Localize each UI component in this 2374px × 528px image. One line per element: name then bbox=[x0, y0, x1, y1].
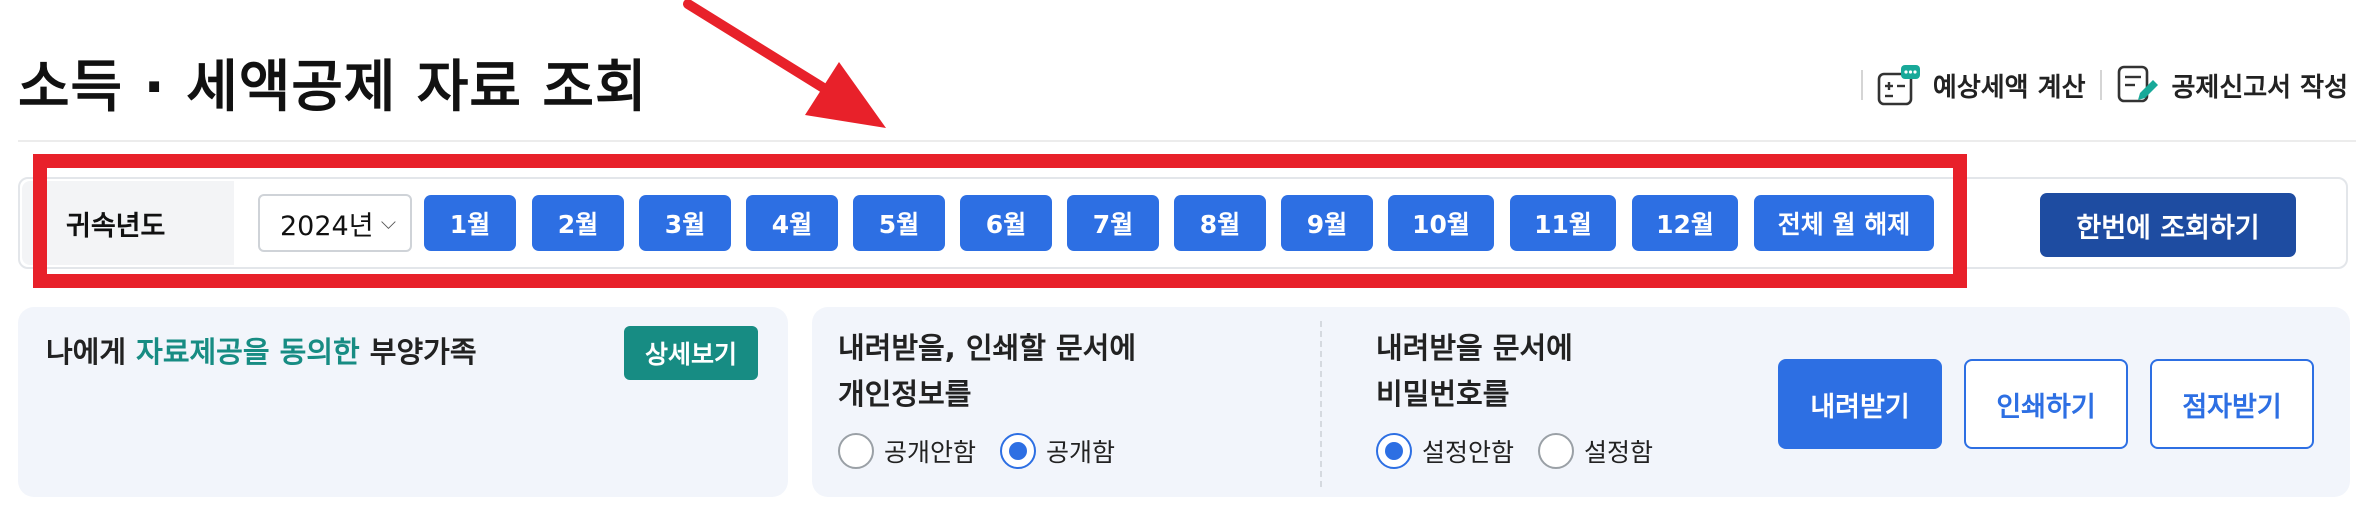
month-button-8[interactable]: 8월 bbox=[1174, 195, 1266, 251]
print-button[interactable]: 인쇄하기 bbox=[1964, 359, 2128, 449]
header-divider-line bbox=[18, 140, 2356, 142]
password-radio-set-label: 설정함 bbox=[1584, 438, 1654, 467]
privacy-radio-row: 공개안함 공개함 bbox=[838, 433, 1139, 469]
radio-unchecked-icon bbox=[1538, 433, 1575, 469]
deduction-report-label: 공제신고서 작성 bbox=[2171, 72, 2349, 103]
query-all-button[interactable]: 한번에 조회하기 bbox=[2040, 193, 2296, 257]
privacy-radio-show[interactable]: 공개함 bbox=[1000, 433, 1115, 469]
year-label: 귀속년도 bbox=[22, 181, 234, 265]
privacy-option-title-line2: 개인정보를 bbox=[838, 377, 972, 411]
clear-all-months-button[interactable]: 전체 월 해제 bbox=[1754, 195, 1934, 251]
year-filter-bar: 귀속년도 2024년 ⌵ 1월 2월 3월 4월 5월 6월 7월 8월 9월 … bbox=[18, 177, 2348, 269]
header-links: 예상세액 계산 공제신고서 작성 bbox=[1847, 60, 2348, 110]
month-button-1[interactable]: 1월 bbox=[424, 195, 516, 251]
month-button-3[interactable]: 3월 bbox=[639, 195, 731, 251]
dependents-title: 나에게 자료제공을 동의한 부양가족 bbox=[46, 329, 477, 371]
password-radio-none[interactable]: 설정안함 bbox=[1376, 433, 1514, 469]
privacy-radio-hide-label: 공개안함 bbox=[884, 438, 977, 467]
month-button-5[interactable]: 5월 bbox=[853, 195, 945, 251]
password-option-group: 내려받을 문서에 비밀번호를 설정안함 설정함 bbox=[1376, 325, 1677, 469]
document-edit-icon bbox=[2116, 64, 2160, 106]
radio-unchecked-icon bbox=[838, 433, 874, 469]
deduction-report-link[interactable]: 공제신고서 작성 bbox=[2116, 64, 2349, 106]
month-button-4[interactable]: 4월 bbox=[746, 195, 838, 251]
page-title: 소득 · 세액공제 자료 조회 bbox=[18, 55, 648, 120]
password-radio-none-label: 설정안함 bbox=[1422, 438, 1515, 467]
estimated-tax-link[interactable]: 예상세액 계산 bbox=[1877, 64, 2086, 106]
year-value: 2024년 bbox=[280, 210, 374, 242]
dependents-title-suffix: 부양가족 bbox=[359, 335, 477, 369]
calculator-chat-icon bbox=[1877, 64, 1921, 106]
month-button-10[interactable]: 10월 bbox=[1388, 195, 1494, 251]
header-divider bbox=[1860, 70, 1863, 100]
password-radio-row: 설정안함 설정함 bbox=[1376, 433, 1677, 469]
detail-view-button[interactable]: 상세보기 bbox=[624, 326, 758, 380]
dependents-title-highlight: 자료제공을 동의한 bbox=[136, 335, 360, 369]
header-divider bbox=[2099, 70, 2102, 100]
radio-checked-icon bbox=[1376, 433, 1412, 469]
estimated-tax-label: 예상세액 계산 bbox=[1932, 72, 2086, 103]
month-button-7[interactable]: 7월 bbox=[1067, 195, 1159, 251]
month-button-12[interactable]: 12월 bbox=[1632, 195, 1738, 251]
dependents-title-prefix: 나에게 bbox=[46, 335, 137, 369]
dependents-panel: 나에게 자료제공을 동의한 부양가족 상세보기 bbox=[18, 307, 788, 497]
privacy-option-title-line1: 내려받을, 인쇄할 문서에 bbox=[838, 331, 1137, 365]
radio-checked-icon bbox=[1000, 433, 1037, 469]
month-button-9[interactable]: 9월 bbox=[1281, 195, 1373, 251]
chevron-down-icon: ⌵ bbox=[380, 210, 396, 234]
privacy-radio-show-label: 공개함 bbox=[1046, 438, 1116, 467]
year-select[interactable]: 2024년 ⌵ bbox=[258, 194, 412, 252]
month-button-11[interactable]: 11월 bbox=[1510, 195, 1616, 251]
panel-divider bbox=[1320, 321, 1322, 487]
month-button-2[interactable]: 2월 bbox=[532, 195, 624, 251]
output-options-panel: 내려받을, 인쇄할 문서에 개인정보를 공개안함 공개함 내려받을 문서에 비밀… bbox=[812, 307, 2350, 497]
privacy-radio-hide[interactable]: 공개안함 bbox=[838, 433, 976, 469]
password-option-title-line1: 내려받을 문서에 bbox=[1376, 331, 1573, 365]
download-button[interactable]: 내려받기 bbox=[1778, 359, 1942, 449]
privacy-option-group: 내려받을, 인쇄할 문서에 개인정보를 공개안함 공개함 bbox=[838, 325, 1139, 469]
password-option-title-line2: 비밀번호를 bbox=[1376, 377, 1510, 411]
braille-button[interactable]: 점자받기 bbox=[2150, 359, 2314, 449]
month-button-6[interactable]: 6월 bbox=[960, 195, 1052, 251]
password-radio-set[interactable]: 설정함 bbox=[1538, 433, 1653, 469]
